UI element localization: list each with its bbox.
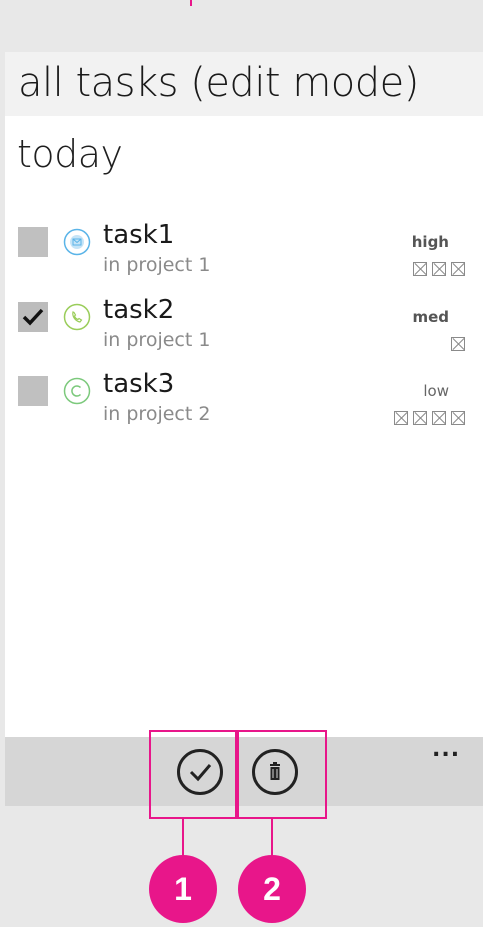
more-button[interactable]: ... <box>432 737 460 762</box>
callout-connector-1 <box>182 819 184 857</box>
task-name: task3 <box>103 369 175 399</box>
task-tags <box>451 337 465 351</box>
task-tags <box>413 262 465 276</box>
task-priority: high <box>411 233 449 251</box>
task-project: in project 1 <box>103 254 211 276</box>
tag-icon <box>413 411 427 425</box>
section-title: today <box>17 132 123 176</box>
tag-icon <box>451 262 465 276</box>
list-item[interactable]: task2 in project 1 med <box>5 295 483 375</box>
callout-badge-2: 2 <box>238 855 306 923</box>
phone-icon <box>63 303 91 331</box>
tag-icon <box>451 337 465 351</box>
task-name: task1 <box>103 220 175 250</box>
task-name: task2 <box>103 295 175 325</box>
tag-icon <box>394 411 408 425</box>
callout-connector-2 <box>271 819 273 857</box>
contact-icon <box>63 377 91 405</box>
tag-icon <box>451 411 465 425</box>
task-checkbox[interactable] <box>18 302 48 332</box>
task-project: in project 2 <box>103 403 211 425</box>
checkmark-icon <box>22 308 44 326</box>
tag-icon <box>413 262 427 276</box>
task-tags <box>394 411 465 425</box>
top-pointer-line <box>190 0 192 6</box>
tag-icon <box>432 411 446 425</box>
task-priority: med <box>412 308 449 326</box>
title-bar: all tasks (edit mode) <box>5 52 483 116</box>
list-item[interactable]: task1 in project 1 high <box>5 220 483 300</box>
tag-icon <box>432 262 446 276</box>
phone-screen: all tasks (edit mode) today task1 in pro… <box>5 0 483 806</box>
task-checkbox[interactable] <box>18 376 48 406</box>
top-strip <box>5 0 483 52</box>
task-priority: low <box>423 382 449 400</box>
page-title: all tasks (edit mode) <box>18 60 419 106</box>
mail-icon <box>63 228 91 256</box>
list-item[interactable]: task3 in project 2 low <box>5 369 483 449</box>
callout-badge-1: 1 <box>149 855 217 923</box>
task-checkbox[interactable] <box>18 227 48 257</box>
highlight-box-1 <box>149 730 237 819</box>
task-project: in project 1 <box>103 329 211 351</box>
highlight-box-2 <box>237 730 327 819</box>
